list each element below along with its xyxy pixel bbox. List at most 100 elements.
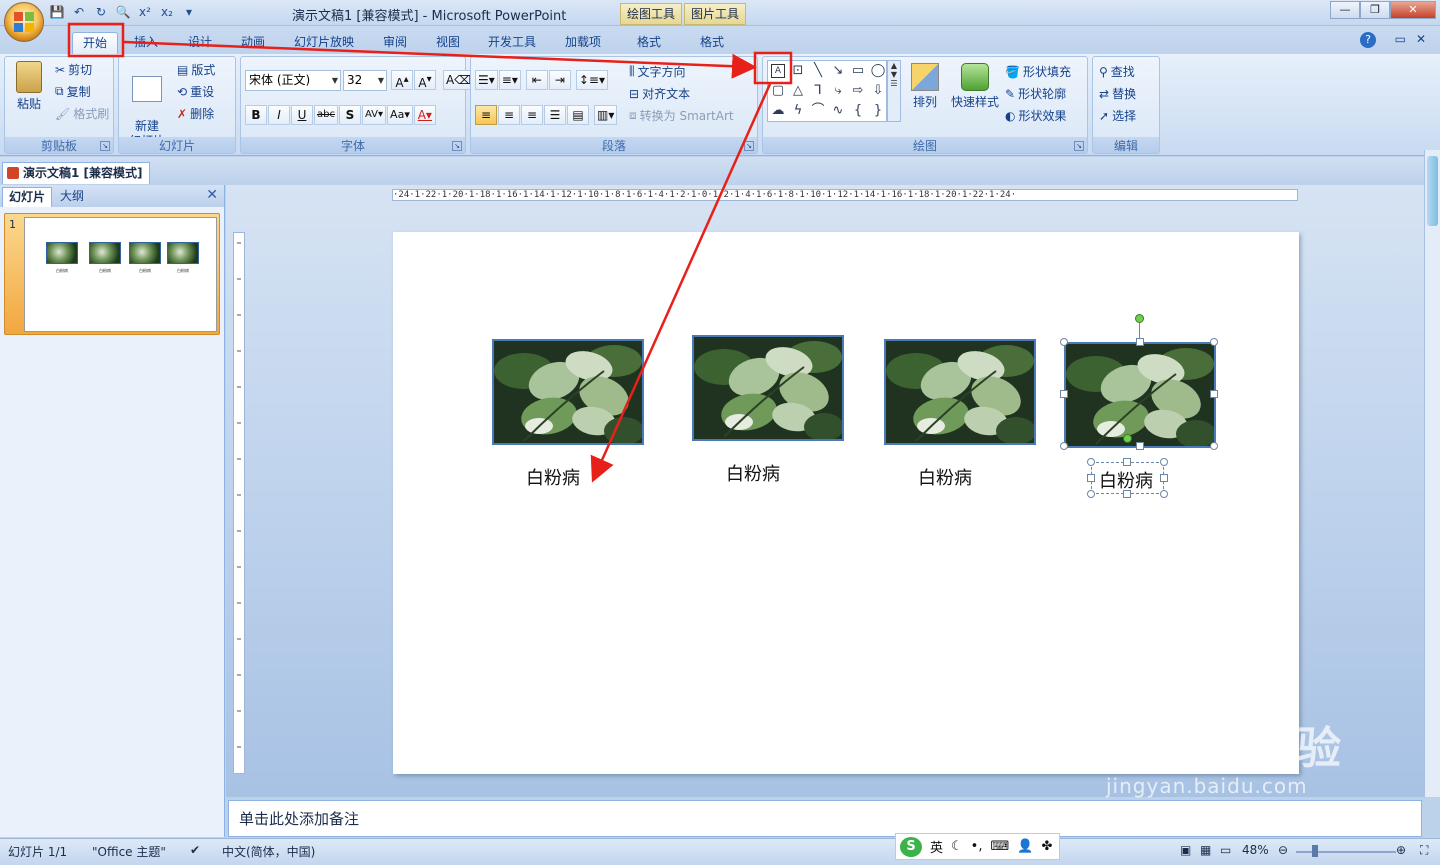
decrease-indent-icon[interactable]: ⇤ [525, 70, 548, 90]
font-color-icon[interactable]: A▾ [413, 105, 436, 125]
resize-handle[interactable] [1123, 490, 1131, 498]
freeform-icon[interactable]: ∿ [828, 101, 848, 121]
subscript-icon[interactable]: x₂ [158, 3, 176, 21]
scrollbar-thumb[interactable] [1427, 156, 1438, 226]
vertical-scrollbar[interactable] [1424, 150, 1440, 797]
zoom-level[interactable]: 48% [1242, 843, 1269, 857]
grow-font-icon[interactable]: A▴ [391, 70, 413, 90]
tab-view[interactable]: 视图 [426, 32, 470, 54]
slide-canvas[interactable]: 白粉病 白粉病 白粉病 白粉病 [393, 232, 1299, 774]
resize-handle[interactable] [1210, 338, 1218, 346]
font-size-dropdown-icon[interactable]: ▼ [378, 71, 384, 90]
align-left-icon[interactable]: ≡ [475, 105, 497, 125]
underline-icon[interactable]: U [291, 105, 313, 125]
font-name-dropdown-icon[interactable]: ▼ [332, 71, 338, 90]
tab-addins[interactable]: 加载项 [555, 32, 611, 54]
close-button[interactable]: ✕ [1390, 1, 1436, 19]
redo-icon[interactable]: ↻ [92, 3, 110, 21]
bold-icon[interactable]: B [245, 105, 267, 125]
paste-button[interactable]: 粘贴 [9, 61, 49, 112]
resize-handle[interactable] [1060, 338, 1068, 346]
increase-indent-icon[interactable]: ⇥ [548, 70, 571, 90]
strikethrough-icon[interactable]: abc [314, 105, 338, 125]
zoom-slider-thumb[interactable] [1312, 845, 1318, 857]
cut-button[interactable]: ✂ 剪切 [55, 61, 92, 78]
keyboard-icon[interactable]: ⌨ [990, 839, 1009, 854]
distributed-icon[interactable]: ▤ [567, 105, 589, 125]
tab-design[interactable]: 设计 [178, 32, 222, 54]
tab-slideshow[interactable]: 幻灯片放映 [284, 32, 364, 54]
office-button[interactable] [4, 2, 44, 42]
resize-handle[interactable] [1136, 442, 1144, 450]
caption-rotate-handle[interactable] [1123, 434, 1132, 443]
resize-handle[interactable] [1160, 474, 1168, 482]
lightning-icon[interactable]: ϟ [788, 101, 808, 121]
user-icon[interactable]: 👤 [1017, 839, 1033, 854]
reset-button[interactable]: ⟲ 重设 [177, 83, 214, 100]
replace-button[interactable]: ⇄ 替换 [1099, 85, 1136, 102]
resize-handle[interactable] [1087, 490, 1095, 498]
tab-format-drawing[interactable]: 格式 [627, 32, 671, 54]
align-text-button[interactable]: ⊟ 对齐文本 [629, 85, 690, 102]
font-launcher-icon[interactable]: ↘ [452, 141, 462, 151]
resize-handle[interactable] [1160, 458, 1168, 466]
layout-button[interactable]: ▤ 版式 [177, 61, 215, 78]
callout-icon[interactable]: ☁ [768, 101, 788, 121]
qat-customize-icon[interactable]: ▾ [180, 3, 198, 21]
format-painter-button[interactable]: 🖌 格式刷 [55, 105, 109, 122]
text-direction-button[interactable]: ⫼ 文字方向 [629, 63, 686, 80]
line-spacing-icon[interactable]: ↕≡▾ [575, 70, 608, 90]
right-arrow-icon[interactable]: ⇨ [848, 81, 868, 101]
vertical-text-box-icon[interactable]: ⊡ [788, 61, 808, 81]
slide-thumbnail[interactable]: 白粉病 白粉病 白粉病 白粉病 [24, 217, 217, 332]
slide-thumbnail-selected[interactable]: 1 白粉病 白粉病 白粉病 白粉病 [4, 213, 220, 335]
notes-pane[interactable]: 单击此处添加备注 [228, 800, 1422, 837]
resize-handle[interactable] [1087, 458, 1095, 466]
spellcheck-icon[interactable]: ✔ [190, 843, 200, 857]
bullets-icon[interactable]: ☰▾ [475, 70, 498, 90]
tab-animations[interactable]: 动画 [231, 32, 275, 54]
triangle-icon[interactable]: △ [788, 81, 808, 101]
ribbon-restore-icon[interactable]: ▭ [1395, 32, 1406, 46]
paragraph-launcher-icon[interactable]: ↘ [744, 141, 754, 151]
caption-3[interactable]: 白粉病 [918, 464, 972, 490]
align-right-icon[interactable]: ≡ [521, 105, 543, 125]
resize-handle[interactable] [1160, 490, 1168, 498]
rotate-handle[interactable] [1135, 314, 1144, 323]
down-arrow-icon[interactable]: ⇩ [868, 81, 888, 101]
punctuation-icon[interactable]: •, [971, 839, 983, 854]
caption-1[interactable]: 白粉病 [526, 464, 580, 490]
resize-handle[interactable] [1060, 442, 1068, 450]
shrink-font-icon[interactable]: A▾ [414, 70, 436, 90]
document-tab[interactable]: 演示文稿1 [兼容模式] [2, 162, 150, 184]
leaf-picture-3[interactable] [884, 339, 1036, 445]
curve-icon[interactable]: ⌒ [808, 101, 828, 121]
ribbon-close-icon[interactable]: ✕ [1416, 32, 1426, 46]
right-brace-icon[interactable]: } [868, 101, 888, 121]
oval-icon[interactable]: ◯ [868, 61, 888, 81]
print-preview-icon[interactable]: 🔍 [114, 3, 132, 21]
zoom-out-icon[interactable]: ⊖ [1278, 843, 1288, 857]
arrow-line-icon[interactable]: ↘ [828, 61, 848, 81]
shape-outline-button[interactable]: ✎ 形状轮廓 [1005, 85, 1066, 102]
apps-icon[interactable]: ✤ [1041, 839, 1052, 854]
line-icon[interactable]: ╲ [808, 61, 828, 81]
tab-insert[interactable]: 插入 [124, 32, 168, 54]
justify-icon[interactable]: ☰ [544, 105, 566, 125]
tab-home[interactable]: 开始 [72, 32, 119, 54]
resize-handle[interactable] [1087, 474, 1095, 482]
delete-slide-button[interactable]: ✗ 删除 [177, 105, 214, 122]
sogou-logo-icon[interactable]: S [900, 836, 922, 857]
italic-icon[interactable]: I [268, 105, 290, 125]
shadow-icon[interactable]: S [338, 105, 361, 125]
copy-button[interactable]: ⧉ 复制 [55, 83, 91, 100]
normal-view-icon[interactable]: ▣ [1180, 843, 1191, 857]
columns-icon[interactable]: ▥▾ [594, 105, 618, 125]
char-spacing-icon[interactable]: AV▾ [361, 105, 387, 125]
fit-to-window-icon[interactable]: ⛶ [1420, 843, 1428, 858]
drawing-launcher-icon[interactable]: ↘ [1074, 141, 1084, 151]
leaf-picture-1[interactable] [492, 339, 644, 445]
help-icon[interactable]: ? [1360, 32, 1376, 48]
shapes-gallery-scroll[interactable]: ▲ ▼ ☰ [887, 60, 901, 122]
font-size-combo[interactable]: 32 ▼ [343, 70, 387, 91]
